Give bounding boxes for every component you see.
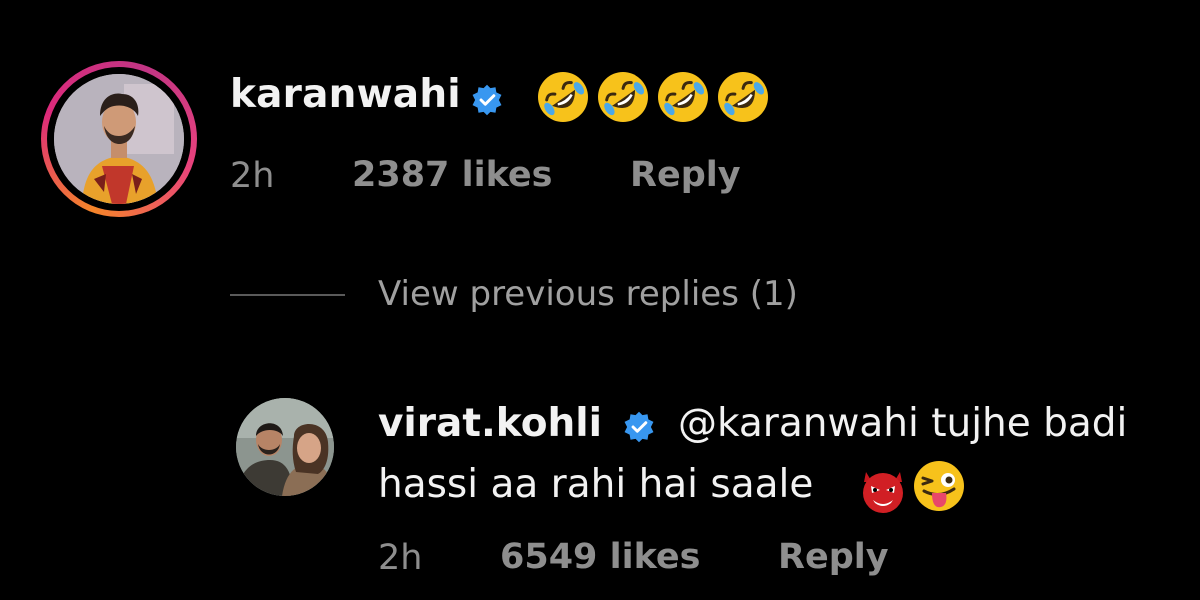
comments-thread: karanwahi 2h 2387 likes Reply View previ…: [0, 0, 1200, 600]
comment-username[interactable]: karanwahi: [230, 72, 461, 117]
reply-likes[interactable]: 6549 likes: [500, 537, 701, 577]
story-ring-avatar[interactable]: [41, 61, 197, 217]
thread-divider: [230, 294, 345, 296]
verified-badge-icon: [472, 84, 502, 116]
reply-text-line-2: hassi aa rahi hai saale: [378, 462, 814, 507]
reply-timestamp: 2h: [378, 538, 423, 578]
winking-face-with-tongue-icon: [914, 461, 964, 511]
devil-face-icon: [863, 472, 903, 513]
comment-reply-button[interactable]: Reply: [630, 155, 741, 195]
comment-likes[interactable]: 2387 likes: [352, 155, 553, 195]
rolling-on-floor-laughing-icon: [598, 72, 648, 122]
avatar: [54, 74, 184, 204]
rolling-on-floor-laughing-icon: [718, 72, 768, 122]
reply-text-line-1: @karanwahi tujhe badi: [678, 401, 1128, 446]
comment-timestamp: 2h: [230, 156, 275, 196]
rolling-on-floor-laughing-icon: [658, 72, 708, 122]
verified-badge-icon: [624, 411, 654, 443]
reply-username[interactable]: virat.kohli: [378, 401, 602, 446]
reply-avatar[interactable]: [236, 398, 334, 496]
comment-emojis: [536, 70, 770, 124]
view-previous-replies-link[interactable]: View previous replies (1): [378, 274, 798, 314]
rolling-on-floor-laughing-icon: [538, 72, 588, 122]
reply-reply-button[interactable]: Reply: [778, 537, 889, 577]
